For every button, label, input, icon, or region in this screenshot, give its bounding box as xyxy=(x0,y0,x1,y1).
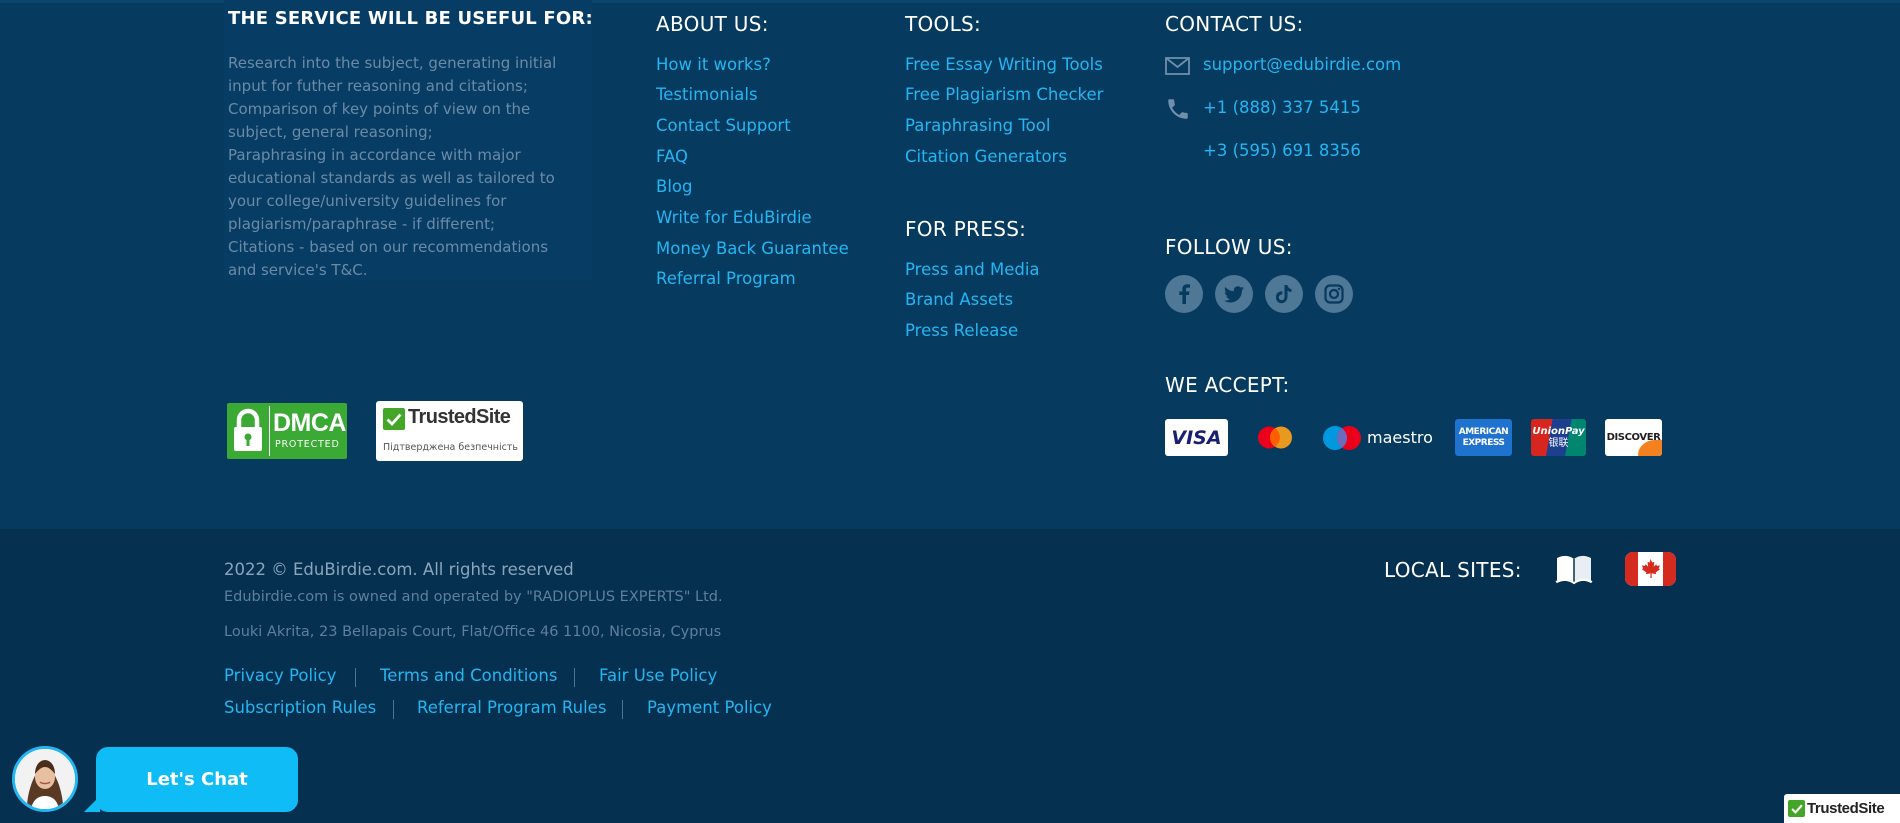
link-brand-assets[interactable]: Brand Assets xyxy=(905,290,1013,309)
service-line: plagiarism/paraphrase - if different; xyxy=(228,215,496,233)
unionpay-label: UnionPay xyxy=(1532,425,1585,437)
dmca-badge[interactable]: DMCA PROTECTED xyxy=(227,403,347,459)
link-contact-support[interactable]: Contact Support xyxy=(656,116,791,135)
unionpay-cn-label: 银联 xyxy=(1548,437,1569,449)
lets-chat-button[interactable]: Let's Chat xyxy=(96,747,298,812)
mastercard-icon xyxy=(1250,419,1300,456)
about-title: ABOUT US: xyxy=(656,12,769,36)
separator xyxy=(622,700,623,719)
link-referral-program-rules[interactable]: Referral Program Rules xyxy=(417,698,606,717)
link-terms-and-conditions[interactable]: Terms and Conditions xyxy=(380,666,557,685)
link-press-release[interactable]: Press Release xyxy=(905,321,1018,340)
trustedsite-sub-label: Підтверджена безпечність xyxy=(383,442,519,453)
link-subscription-rules[interactable]: Subscription Rules xyxy=(224,698,376,717)
contact-title: CONTACT US: xyxy=(1165,12,1304,36)
unionpay-icon: UnionPay 银联 xyxy=(1531,419,1586,456)
link-press-and-media[interactable]: Press and Media xyxy=(905,260,1040,279)
instagram-icon[interactable] xyxy=(1315,275,1353,313)
visa-label: VISA xyxy=(1171,426,1222,449)
maestro-label: maestro xyxy=(1367,428,1433,447)
link-money-back-guarantee[interactable]: Money Back Guarantee xyxy=(656,239,849,258)
contact-phone-1[interactable]: +1 (888) 337 5415 xyxy=(1203,98,1361,117)
accept-title: WE ACCEPT: xyxy=(1165,373,1290,397)
link-fair-use-policy[interactable]: Fair Use Policy xyxy=(599,666,717,685)
dmca-label: DMCA xyxy=(273,409,347,437)
service-line: your college/university guidelines for xyxy=(228,192,507,210)
tiktok-icon[interactable] xyxy=(1265,275,1303,313)
flag-band-right xyxy=(1663,552,1676,586)
discover-icon: DISCOVER xyxy=(1605,419,1662,456)
service-line: Citations - based on our recommendations xyxy=(228,238,549,256)
link-how-it-works[interactable]: How it works? xyxy=(656,55,771,74)
link-payment-policy[interactable]: Payment Policy xyxy=(647,698,772,717)
contact-email[interactable]: support@edubirdie.com xyxy=(1203,55,1401,74)
owner-text: Edubirdie.com is owned and operated by "… xyxy=(224,589,723,605)
service-line: and service's T&C. xyxy=(228,261,368,279)
service-line: subject, general reasoning; xyxy=(228,123,433,141)
link-privacy-policy[interactable]: Privacy Policy xyxy=(224,666,336,685)
link-paraphrasing-tool[interactable]: Paraphrasing Tool xyxy=(905,116,1050,135)
trustedsite-corner-badge[interactable]: TrustedSite xyxy=(1784,794,1900,823)
service-line: Comparison of key points of view on the xyxy=(228,100,531,118)
service-line: Paraphrasing in accordance with major xyxy=(228,146,521,164)
copyright-text: 2022 © EduBirdie.com. All rights reserve… xyxy=(224,560,574,579)
trustedsite-label: TrustedSite xyxy=(408,406,511,428)
phone-icon xyxy=(1165,96,1191,126)
visa-icon: VISA xyxy=(1165,419,1228,456)
check-icon xyxy=(1788,800,1805,817)
dmca-divider xyxy=(269,406,270,456)
trustedsite-corner-label: TrustedSite xyxy=(1807,800,1885,817)
link-citation-generators[interactable]: Citation Generators xyxy=(905,147,1067,166)
chat-avatar[interactable] xyxy=(12,746,78,812)
amex-label-2: EXPRESS xyxy=(1462,437,1505,448)
twitter-icon[interactable] xyxy=(1215,275,1253,313)
trustedsite-badge[interactable]: TrustedSite Підтверджена безпечність xyxy=(376,401,523,461)
canada-flag-icon[interactable] xyxy=(1625,552,1676,586)
contact-phone-2[interactable]: +3 (595) 691 8356 xyxy=(1203,141,1361,160)
separator xyxy=(574,668,575,687)
press-title: FOR PRESS: xyxy=(905,217,1027,241)
separator xyxy=(393,700,394,719)
service-description: Research into the subject, generating in… xyxy=(228,52,588,282)
service-line: input for futher reasoning and citations… xyxy=(228,77,528,95)
service-line: educational standards as well as tailore… xyxy=(228,169,555,187)
follow-title: FOLLOW US: xyxy=(1165,235,1293,259)
maestro-icon: maestro xyxy=(1320,419,1438,456)
link-write-for-edubirdie[interactable]: Write for EduBirdie xyxy=(656,208,812,227)
link-free-plagiarism-checker[interactable]: Free Plagiarism Checker xyxy=(905,85,1103,104)
separator xyxy=(355,668,356,687)
service-line: Research into the subject, generating in… xyxy=(228,54,557,72)
amex-label-1: AMERICAN xyxy=(1458,426,1509,437)
link-free-essay-writing-tools[interactable]: Free Essay Writing Tools xyxy=(905,55,1103,74)
check-icon xyxy=(383,408,405,430)
facebook-icon[interactable] xyxy=(1165,275,1203,313)
mail-icon xyxy=(1165,57,1190,79)
link-testimonials[interactable]: Testimonials xyxy=(656,85,758,104)
link-faq[interactable]: FAQ xyxy=(656,147,688,166)
link-referral-program[interactable]: Referral Program xyxy=(656,269,796,288)
link-blog[interactable]: Blog xyxy=(656,177,692,196)
book-icon[interactable] xyxy=(1555,552,1593,590)
local-sites-title: LOCAL SITES: xyxy=(1384,558,1522,582)
dmca-sub-label: PROTECTED xyxy=(275,439,340,450)
address-text: Louki Akrita, 23 Bellapais Court, Flat/O… xyxy=(224,624,722,640)
tools-title: TOOLS: xyxy=(905,12,982,36)
service-title: THE SERVICE WILL BE USEFUL FOR: xyxy=(228,8,593,29)
amex-icon: AMERICAN EXPRESS xyxy=(1455,419,1512,456)
flag-band-left xyxy=(1625,552,1638,586)
